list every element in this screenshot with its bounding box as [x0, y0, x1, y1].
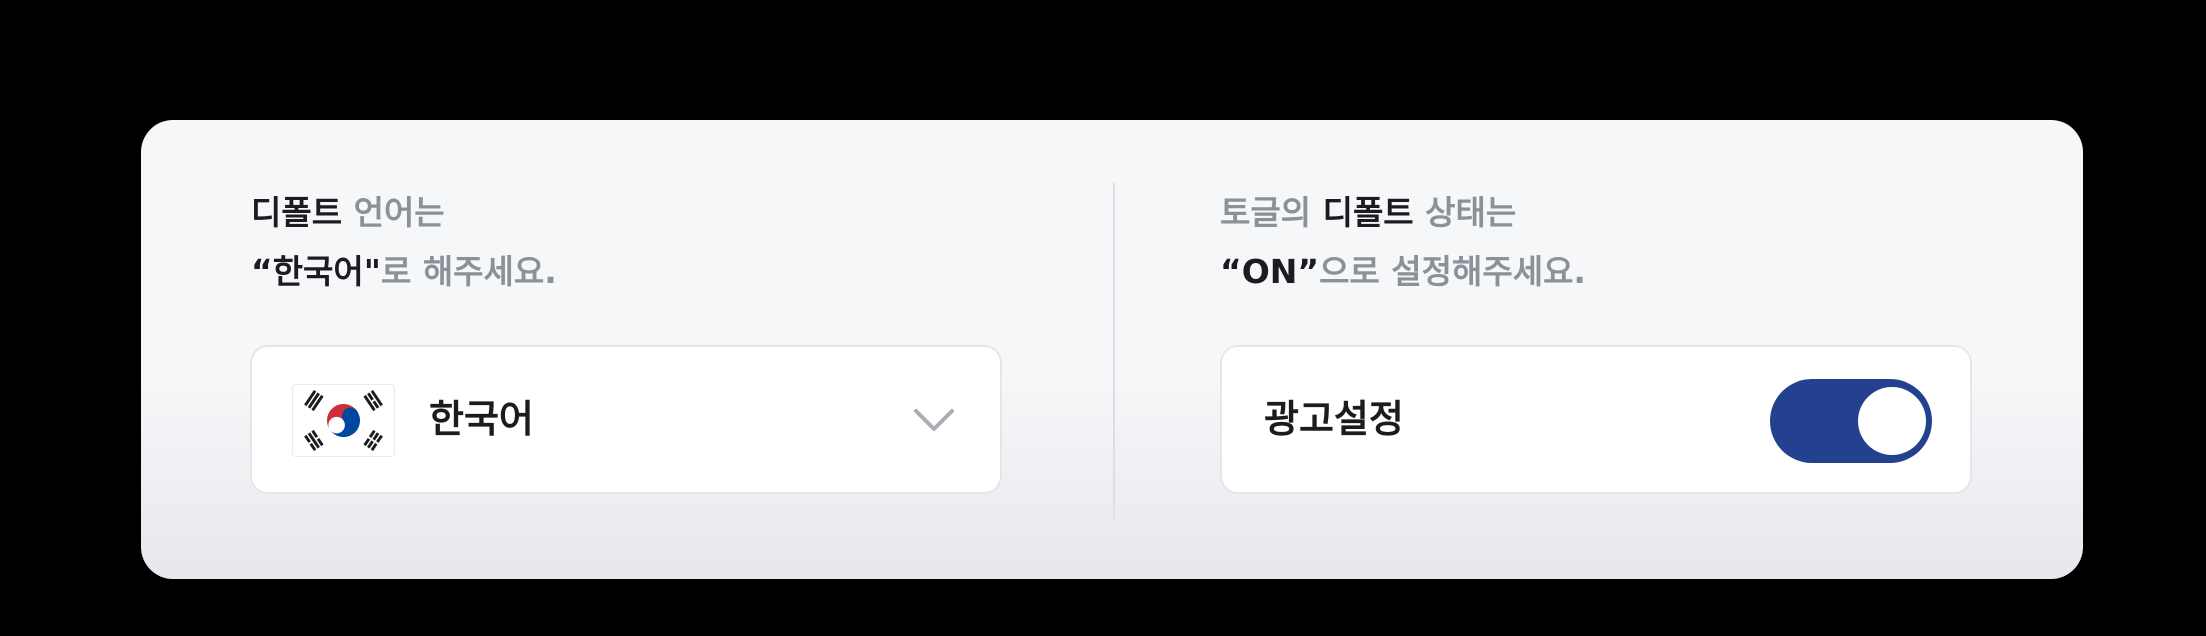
language-instruction-line-2: “한국어"로 해주세요.: [251, 242, 557, 301]
toggle-instruction-line-1: 토글의 디폴트 상태는: [1220, 183, 1586, 242]
selected-language: 한국어: [429, 397, 534, 441]
ad-setting-label: 광고설정: [1264, 397, 1404, 441]
language-dropdown[interactable]: 한국어: [250, 345, 1002, 494]
korea-flag-icon: [292, 384, 395, 457]
ad-setting-toggle[interactable]: [1770, 379, 1932, 463]
default-keyword: 디폴트: [1322, 193, 1414, 232]
language-value-keyword: “한국어": [251, 252, 381, 291]
state-phrase: 상태는: [1413, 193, 1517, 232]
toggle-phrase: 토글의: [1220, 193, 1323, 232]
toggle-instruction-line-2: “ON”으로 설정해주세요.: [1220, 242, 1586, 301]
chevron-down-icon[interactable]: [911, 397, 957, 443]
language-instruction: 디폴트 언어는 “한국어"로 해주세요.: [251, 183, 557, 301]
toggle-knob: [1858, 387, 1926, 455]
section-divider: [1113, 183, 1115, 519]
language-phrase: 언어는: [342, 193, 445, 232]
toggle-instruction: 토글의 디폴트 상태는 “ON”으로 설정해주세요.: [1220, 183, 1586, 301]
toggle-request-phrase: 으로 설정해주세요.: [1319, 252, 1586, 291]
on-keyword: “ON”: [1220, 252, 1320, 291]
language-request-phrase: 로 해주세요.: [380, 252, 557, 291]
language-instruction-line-1: 디폴트 언어는: [251, 183, 557, 242]
default-keyword: 디폴트: [251, 193, 343, 232]
ad-setting-row: 광고설정: [1220, 345, 1972, 494]
